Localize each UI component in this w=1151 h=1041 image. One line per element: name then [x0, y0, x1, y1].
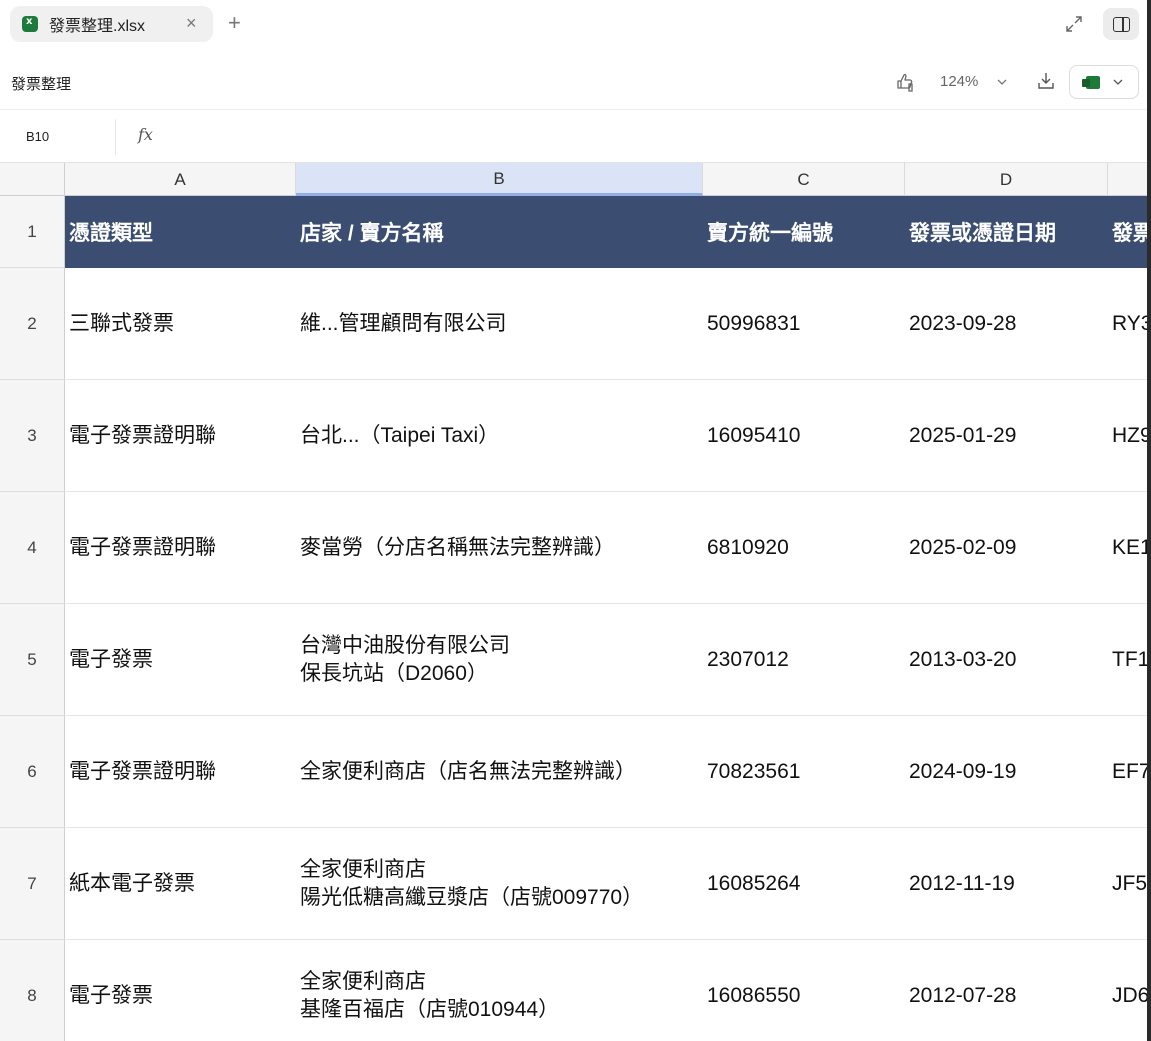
header-cell-tax-id[interactable]: 賣方統一編號 [703, 196, 905, 268]
feedback-icon[interactable] [894, 70, 918, 94]
cell-e[interactable]: TF1 [1108, 604, 1151, 715]
cell-reference-box[interactable]: B10 [26, 129, 49, 144]
zoom-level[interactable]: 124% [940, 73, 978, 90]
file-tab[interactable]: 發票整理.xlsx × [10, 6, 213, 42]
title-bar: 發票整理.xlsx × + [0, 0, 1151, 50]
table-header-row: 憑證類型 店家 / 賣方名稱 賣方統一編號 發票或憑證日期 發票 [65, 196, 1151, 268]
chevron-down-icon[interactable] [996, 76, 1008, 88]
table-row: 電子發票證明聯 台北...（Taipei Taxi） 16095410 2025… [65, 380, 1151, 492]
cell-type[interactable]: 電子發票證明聯 [65, 716, 296, 827]
cell-seller[interactable]: 台北...（Taipei Taxi） [296, 380, 703, 491]
column-header-d[interactable]: D [905, 163, 1108, 196]
seller-line: 全家便利商店 [300, 969, 426, 993]
row-header[interactable]: 6 [0, 716, 65, 828]
cell-type[interactable]: 紙本電子發票 [65, 828, 296, 939]
cell-seller[interactable]: 全家便利商店（店名無法完整辨識） [296, 716, 703, 827]
cell-e[interactable]: JD6 [1108, 940, 1151, 1041]
cell-date[interactable]: 2013-03-20 [905, 604, 1108, 715]
cell-seller[interactable]: 麥當勞（分店名稱無法完整辨識） [296, 492, 703, 603]
chevron-down-icon [1113, 79, 1123, 85]
row-header[interactable]: 2 [0, 268, 65, 380]
tab-title: 發票整理.xlsx [49, 18, 146, 35]
cell-date[interactable]: 2025-01-29 [905, 380, 1108, 491]
cell-type[interactable]: 電子發票 [65, 604, 296, 715]
seller-line: 全家便利商店（店名無法完整辨識） [300, 759, 636, 783]
cell-seller[interactable]: 台灣中油股份有限公司 保長坑站（D2060） [296, 604, 703, 715]
download-icon[interactable] [1036, 71, 1056, 91]
sidebar-toggle-button[interactable] [1103, 8, 1139, 40]
formula-bar: B10 fx [0, 111, 1151, 163]
row-header[interactable]: 4 [0, 492, 65, 604]
cell-type[interactable]: 三聯式發票 [65, 268, 296, 379]
cell-e[interactable]: EF7 [1108, 716, 1151, 827]
cell-tax-id[interactable]: 16085264 [703, 828, 905, 939]
cell-tax-id[interactable]: 6810920 [703, 492, 905, 603]
row-header[interactable]: 8 [0, 940, 65, 1041]
column-header-e[interactable] [1108, 163, 1151, 196]
cell-tax-id[interactable]: 2307012 [703, 604, 905, 715]
cell-date[interactable]: 2024-09-19 [905, 716, 1108, 827]
open-in-excel-button[interactable] [1069, 65, 1139, 99]
select-all-corner[interactable] [0, 163, 65, 196]
cell-e[interactable]: JF5 [1108, 828, 1151, 939]
cell-date[interactable]: 2023-09-28 [905, 268, 1108, 379]
fx-icon: fx [138, 125, 153, 144]
seller-line: 陽光低糖高纖豆漿店（店號009770） [300, 885, 644, 909]
header-cell-seller[interactable]: 店家 / 賣方名稱 [296, 196, 703, 268]
window-edge [1147, 0, 1151, 1041]
document-header: 發票整理 124% [0, 54, 1151, 110]
close-tab-button[interactable]: × [186, 13, 197, 33]
header-cell-date[interactable]: 發票或憑證日期 [905, 196, 1108, 268]
table-row: 電子發票證明聯 全家便利商店（店名無法完整辨識） 70823561 2024-0… [65, 716, 1151, 828]
table-row: 電子發票 全家便利商店 基隆百福店（店號010944） 16086550 201… [65, 940, 1151, 1041]
seller-line: 麥當勞（分店名稱無法完整辨識） [300, 535, 615, 559]
seller-line: 保長坑站（D2060） [300, 661, 488, 685]
row-header[interactable]: 5 [0, 604, 65, 716]
xlsx-file-icon [22, 16, 38, 32]
row-header-1[interactable]: 1 [0, 196, 65, 268]
table-row: 電子發票證明聯 麥當勞（分店名稱無法完整辨識） 6810920 2025-02-… [65, 492, 1151, 604]
cell-tax-id[interactable]: 50996831 [703, 268, 905, 379]
cell-date[interactable]: 2012-11-19 [905, 828, 1108, 939]
cell-type[interactable]: 電子發票證明聯 [65, 492, 296, 603]
divider [115, 119, 116, 155]
cell-type[interactable]: 電子發票 [65, 940, 296, 1041]
seller-line: 維...管理顧問有限公司 [300, 311, 507, 335]
cell-tax-id[interactable]: 16086550 [703, 940, 905, 1041]
table-row: 三聯式發票 維...管理顧問有限公司 50996831 2023-09-28 R… [65, 268, 1151, 380]
cell-date[interactable]: 2012-07-28 [905, 940, 1108, 1041]
row-header[interactable]: 3 [0, 380, 65, 492]
expand-icon[interactable] [1064, 14, 1084, 34]
column-header-b[interactable]: B [296, 163, 703, 196]
cell-seller[interactable]: 維...管理顧問有限公司 [296, 268, 703, 379]
seller-line: 台灣中油股份有限公司 [300, 633, 510, 657]
header-cell-type[interactable]: 憑證類型 [65, 196, 296, 268]
document-title: 發票整理 [11, 76, 72, 93]
table-row: 紙本電子發票 全家便利商店 陽光低糖高纖豆漿店（店號009770） 160852… [65, 828, 1151, 940]
row-header[interactable]: 7 [0, 828, 65, 940]
table-row: 電子發票 台灣中油股份有限公司 保長坑站（D2060） 2307012 2013… [65, 604, 1151, 716]
header-cell-e[interactable]: 發票 [1108, 196, 1151, 268]
column-header-a[interactable]: A [65, 163, 296, 196]
cell-e[interactable]: KE1 [1108, 492, 1151, 603]
seller-line: 台北...（Taipei Taxi） [300, 423, 500, 447]
seller-line: 基隆百福店（店號010944） [300, 997, 560, 1021]
cell-tax-id[interactable]: 70823561 [703, 716, 905, 827]
column-header-c[interactable]: C [703, 163, 905, 196]
cell-date[interactable]: 2025-02-09 [905, 492, 1108, 603]
excel-icon [1082, 76, 1100, 89]
cell-type[interactable]: 電子發票證明聯 [65, 380, 296, 491]
new-tab-button[interactable]: + [228, 11, 241, 35]
seller-line: 全家便利商店 [300, 857, 426, 881]
cell-e[interactable]: HZ9 [1108, 380, 1151, 491]
cell-seller[interactable]: 全家便利商店 基隆百福店（店號010944） [296, 940, 703, 1041]
cell-tax-id[interactable]: 16095410 [703, 380, 905, 491]
cell-seller[interactable]: 全家便利商店 陽光低糖高纖豆漿店（店號009770） [296, 828, 703, 939]
cell-e[interactable]: RY3 [1108, 268, 1151, 379]
